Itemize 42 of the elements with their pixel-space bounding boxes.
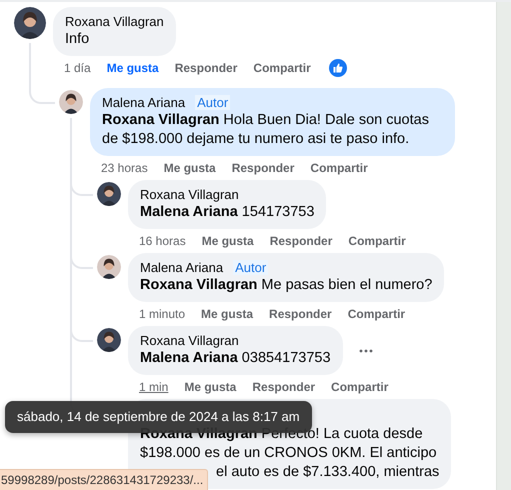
like-link[interactable]: Me gusta — [106, 61, 159, 75]
like-link[interactable]: Me gusta — [184, 380, 236, 394]
avatar[interactable] — [97, 182, 121, 206]
avatar[interactable] — [97, 255, 121, 279]
share-link[interactable]: Compartir — [310, 161, 368, 175]
reply-link[interactable]: Responder — [174, 61, 238, 75]
status-bar-url: 59998289/posts/228631431729233/... — [0, 469, 208, 490]
author-badge: Autor — [233, 260, 268, 274]
comment-text: Malena Ariana 154173753 — [140, 203, 314, 222]
comment-time[interactable]: 1 minuto — [139, 307, 186, 321]
comment-text-line: $198.000 es de un CRONOS 0KM. El anticipo — [140, 444, 438, 463]
like-reaction-icon[interactable] — [328, 59, 347, 77]
comment-text: Malena Ariana 03854173753 — [140, 349, 331, 368]
author-badge: Autor — [195, 94, 230, 110]
like-link[interactable]: Me gusta — [201, 307, 254, 321]
reply-link[interactable]: Responder — [232, 161, 294, 175]
author-name[interactable]: Malena Ariana — [102, 94, 186, 110]
author-name[interactable]: Roxana Villagran — [140, 186, 239, 202]
author-name[interactable]: Roxana Villagran — [140, 332, 239, 348]
share-link[interactable]: Compartir — [348, 234, 406, 248]
thread-connector — [29, 88, 55, 104]
share-link[interactable]: Compartir — [331, 380, 388, 394]
avatar[interactable] — [97, 328, 121, 352]
author-name[interactable]: Roxana Villagran — [65, 14, 164, 28]
like-link[interactable]: Me gusta — [202, 234, 254, 248]
author-name[interactable]: Malena Ariana — [140, 260, 224, 274]
more-icon[interactable] — [358, 348, 373, 352]
comment-time[interactable]: 23 horas — [101, 161, 148, 175]
comment-text: Roxana Villagran Me pasas bien el numero? — [140, 276, 432, 295]
comment-text: Info — [65, 30, 90, 49]
comment-time[interactable]: 1 día — [64, 61, 91, 75]
share-link[interactable]: Compartir — [253, 61, 311, 75]
share-link[interactable]: Compartir — [348, 307, 406, 321]
comment-time[interactable]: 1 min — [139, 380, 168, 394]
reply-link[interactable]: Responder — [270, 234, 332, 248]
like-link[interactable]: Me gusta — [164, 161, 216, 175]
reply-link[interactable]: Responder — [252, 380, 316, 394]
comment-time[interactable]: 16 horas — [139, 234, 186, 248]
avatar[interactable] — [14, 7, 46, 39]
avatar[interactable] — [59, 90, 83, 114]
comment-text: Roxana Villagran Hola Buen Dia! Dale son cuotas de $198.000 dejame tu numero asi te paso info. — [102, 111, 430, 149]
reply-link[interactable]: Responder — [269, 307, 332, 321]
